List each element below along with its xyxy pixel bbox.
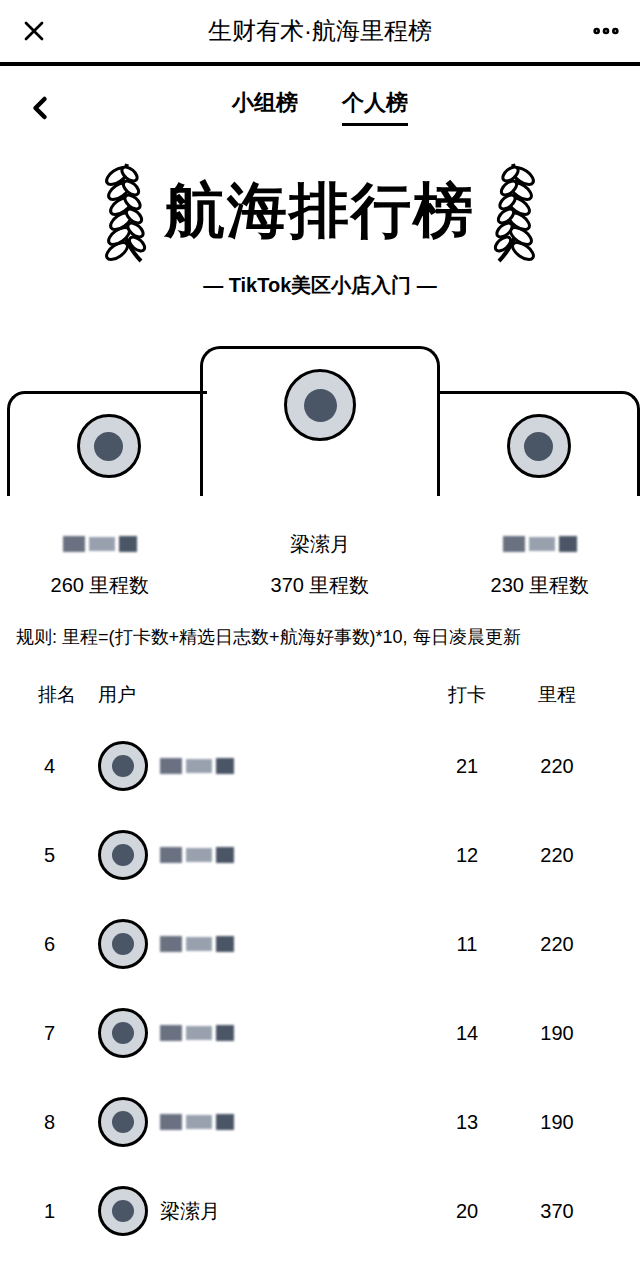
hidden-name	[160, 936, 234, 952]
row-mileage: 190	[512, 1018, 602, 1048]
table-row[interactable]: 6 11220	[0, 899, 640, 988]
table-row[interactable]: 7 14190	[0, 988, 640, 1077]
back-icon[interactable]	[22, 90, 58, 126]
row-checkins: 20	[422, 1196, 512, 1226]
rule-text: 规则: 里程=(打卡数+精选日志数+航海好事数)*10, 每日凌晨更新	[0, 624, 640, 651]
row-checkins: 11	[422, 929, 512, 959]
podium-item[interactable]: 260 里程数	[0, 346, 200, 600]
podium-name: 梁潆月	[290, 529, 350, 559]
row-mileage: 220	[512, 751, 602, 781]
row-rank: 6	[38, 929, 98, 959]
tab[interactable]: 小组榜	[232, 86, 298, 126]
table: 4212205122206112207141908131901梁潆月20370	[0, 721, 640, 1255]
banner: 航海排行榜 — TikTok美区小店入门 —	[0, 146, 640, 346]
podium: 260 里程数 梁潆月 370 里程数 230 里程数	[0, 346, 640, 600]
row-rank: 5	[38, 840, 98, 870]
user-avatar[interactable]	[98, 830, 148, 880]
row-checkins: 14	[422, 1018, 512, 1048]
user-avatar[interactable]	[98, 741, 148, 791]
hidden-name	[160, 847, 234, 863]
user-avatar[interactable]	[98, 1186, 148, 1236]
hidden-name	[160, 1025, 234, 1041]
podium-item[interactable]: 230 里程数	[440, 346, 640, 600]
row-mileage: 220	[512, 929, 602, 959]
top-bar: 生财有术·航海里程榜	[0, 0, 640, 66]
user-avatar[interactable]	[77, 414, 141, 478]
laurel-icon	[487, 156, 543, 266]
laurel-icon	[97, 156, 153, 266]
row-rank: 8	[38, 1107, 98, 1137]
user-avatar[interactable]	[98, 919, 148, 969]
podium-mileage: 260 里程数	[51, 570, 150, 600]
tab-bar: 小组榜 个人榜	[0, 66, 640, 146]
row-name: 梁潆月	[160, 1196, 220, 1226]
table-row[interactable]: 8 13190	[0, 1077, 640, 1166]
row-mileage: 190	[512, 1107, 602, 1137]
user-avatar[interactable]	[507, 414, 571, 478]
banner-subtitle: — TikTok美区小店入门 —	[203, 270, 437, 300]
more-icon[interactable]	[590, 15, 622, 47]
hidden-name	[160, 1114, 234, 1130]
app: 生财有术·航海里程榜小组榜 个人榜航海排行榜 — TikTok美区小店入门 — 260…	[0, 0, 640, 1280]
table-header: 排名用户打卡里程	[0, 677, 640, 713]
row-rank: 4	[38, 751, 98, 781]
window-title: 生财有术·航海里程榜	[208, 13, 432, 49]
user-avatar[interactable]	[98, 1008, 148, 1058]
table-row[interactable]: 4 21220	[0, 721, 640, 810]
row-checkins: 12	[422, 840, 512, 870]
podium-mileage: 230 里程数	[491, 570, 590, 600]
table-row[interactable]: 1 梁潆月 20370	[0, 1166, 640, 1255]
row-rank: 1	[38, 1196, 98, 1226]
row-checkins: 21	[422, 751, 512, 781]
row-mileage: 370	[512, 1196, 602, 1226]
podium-mileage: 370 里程数	[271, 570, 370, 600]
hidden-name	[160, 758, 234, 774]
hidden-name	[503, 536, 577, 552]
row-rank: 7	[38, 1018, 98, 1048]
close-icon[interactable]	[18, 15, 50, 47]
banner-title: 航海排行榜	[165, 175, 475, 247]
row-mileage: 220	[512, 840, 602, 870]
row-checkins: 13	[422, 1107, 512, 1137]
podium-item[interactable]: 梁潆月 370 里程数	[200, 346, 440, 600]
table-row[interactable]: 5 12220	[0, 810, 640, 899]
hidden-name	[63, 536, 137, 552]
user-avatar[interactable]	[284, 369, 356, 441]
user-avatar[interactable]	[98, 1097, 148, 1147]
tab[interactable]: 个人榜	[342, 86, 408, 126]
